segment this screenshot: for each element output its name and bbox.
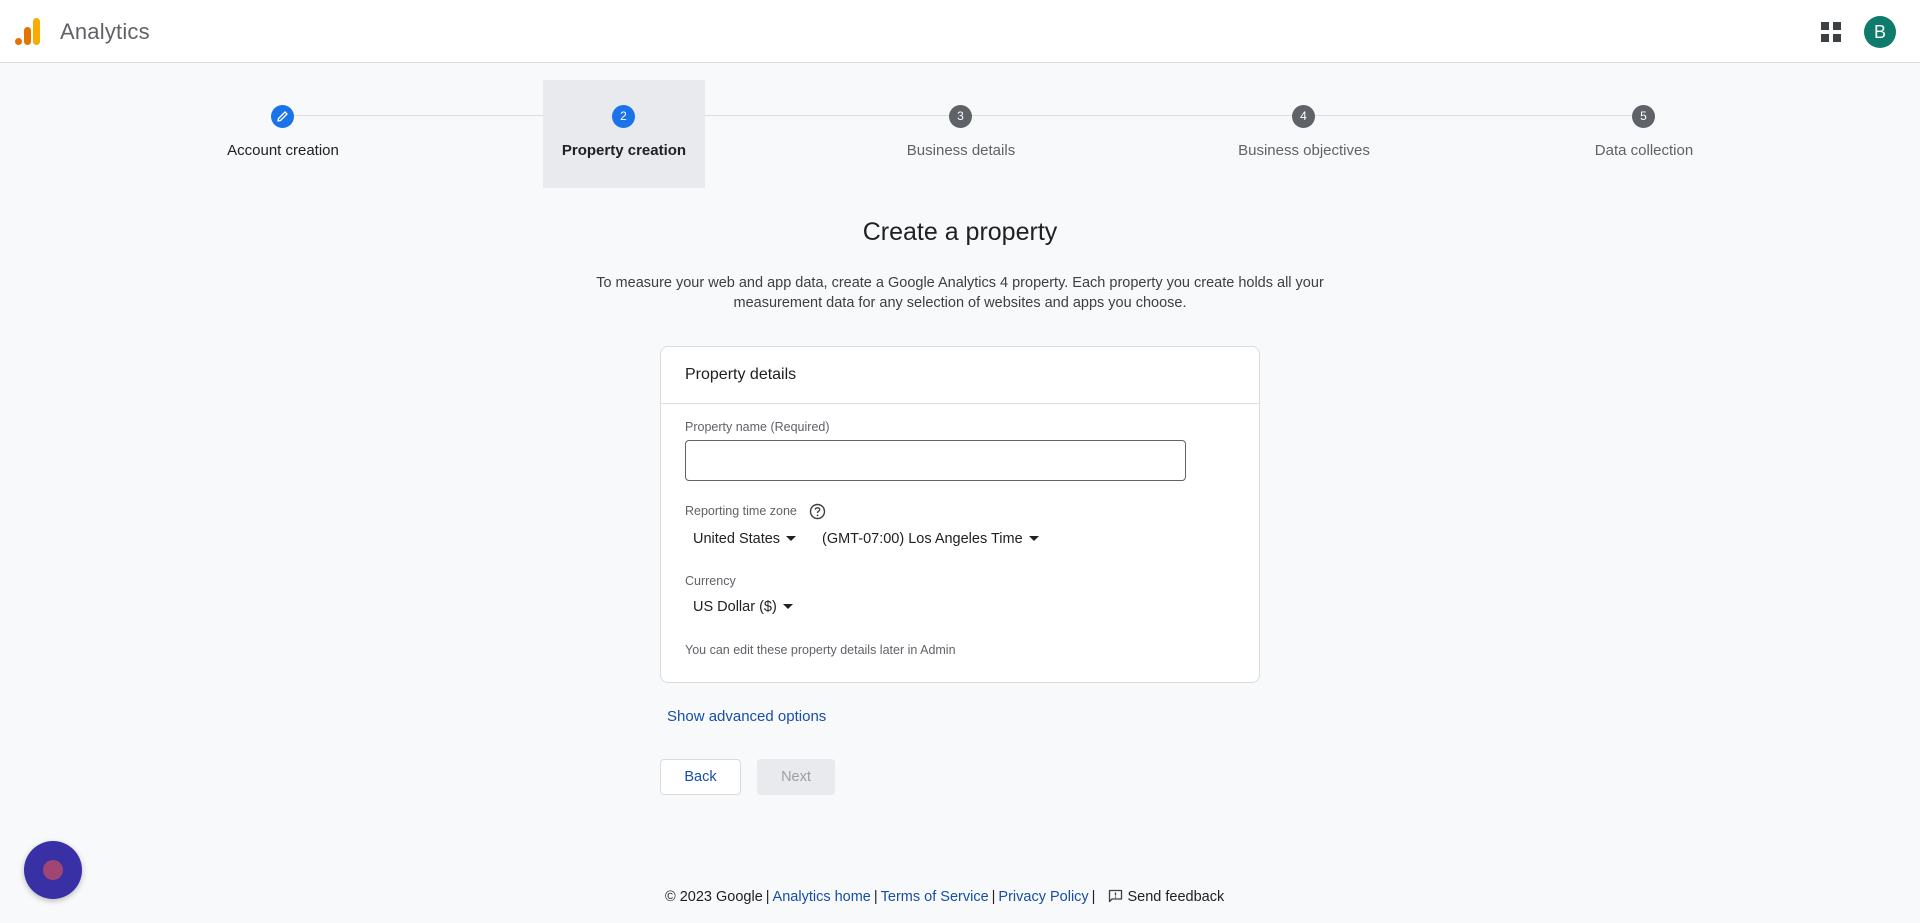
edit-pencil-icon: [271, 105, 294, 128]
privacy-policy-link[interactable]: Privacy Policy: [998, 889, 1088, 905]
step-number: 2: [612, 105, 635, 128]
account-avatar[interactable]: B: [1864, 16, 1896, 48]
step-account-creation[interactable]: Account creation: [213, 80, 353, 188]
currency-label: Currency: [685, 574, 736, 588]
step-label: Business objectives: [1238, 142, 1370, 159]
property-details-card: Property details Property name (Required…: [660, 346, 1260, 683]
copyright: © 2023 Google: [665, 889, 763, 905]
description-line: measurement data for any selection of we…: [733, 295, 1187, 311]
step-label: Data collection: [1594, 142, 1694, 159]
step-business-details[interactable]: 3 Business details: [891, 80, 1031, 188]
back-button[interactable]: Back: [660, 759, 741, 795]
country-select[interactable]: United States: [693, 531, 797, 547]
footer-separator: |: [1091, 889, 1096, 905]
assistant-dot-icon: [43, 860, 63, 880]
send-feedback-button[interactable]: Send feedback: [1102, 889, 1224, 905]
step-label: Account creation: [227, 142, 339, 159]
step-label: Property creation: [561, 142, 687, 159]
footer-separator: |: [873, 889, 878, 905]
footer-separator: |: [991, 889, 996, 905]
setup-stepper: Account creation 2 Property creation 3 B…: [0, 63, 1920, 203]
terms-of-service-link[interactable]: Terms of Service: [881, 889, 989, 905]
step-number: 3: [949, 105, 972, 128]
step-label: Business details: [906, 142, 1016, 159]
page-title: Create a property: [862, 218, 1058, 246]
footer: © 2023 Google | Analytics home | Terms of Se…: [665, 889, 1224, 905]
property-name-label: Property name (Required): [685, 420, 830, 434]
step-data-collection[interactable]: 5 Data collection: [1574, 80, 1714, 188]
help-circle-icon[interactable]: [809, 503, 826, 520]
apps-grid-icon[interactable]: [1818, 19, 1844, 45]
next-button[interactable]: Next: [757, 759, 835, 795]
chevron-down-icon: [786, 535, 797, 541]
property-name-input[interactable]: [685, 440, 1186, 481]
step-number: 4: [1292, 105, 1315, 128]
timezone-label: Reporting time zone: [685, 504, 797, 518]
app-title: Analytics: [60, 19, 150, 44]
step-property-creation[interactable]: 2 Property creation: [543, 80, 705, 188]
description-line: To measure your web and app data, create…: [596, 275, 1324, 291]
timezone-select[interactable]: (GMT-07:00) Los Angeles Time: [822, 531, 1039, 547]
send-feedback-label: Send feedback: [1127, 889, 1225, 905]
card-title: Property details: [661, 347, 1259, 404]
assistant-fab-button[interactable]: [24, 841, 82, 899]
step-number: 5: [1632, 105, 1655, 128]
footer-separator: |: [765, 889, 770, 905]
show-advanced-options-link[interactable]: Show advanced options: [667, 708, 826, 725]
currency-select-value: US Dollar ($): [693, 599, 777, 615]
chevron-down-icon: [782, 603, 793, 609]
analytics-logo-icon[interactable]: [14, 16, 42, 46]
page-description: To measure your web and app data, create…: [560, 273, 1360, 313]
edit-later-note: You can edit these property details late…: [685, 643, 956, 657]
analytics-home-link[interactable]: Analytics home: [773, 889, 871, 905]
timezone-select-value: (GMT-07:00) Los Angeles Time: [822, 531, 1023, 547]
chevron-down-icon: [1028, 535, 1039, 541]
top-app-bar: Analytics B: [0, 0, 1920, 63]
country-select-value: United States: [693, 531, 781, 547]
currency-select[interactable]: US Dollar ($): [693, 599, 793, 615]
step-business-objectives[interactable]: 4 Business objectives: [1229, 80, 1379, 188]
feedback-icon: [1109, 889, 1123, 903]
